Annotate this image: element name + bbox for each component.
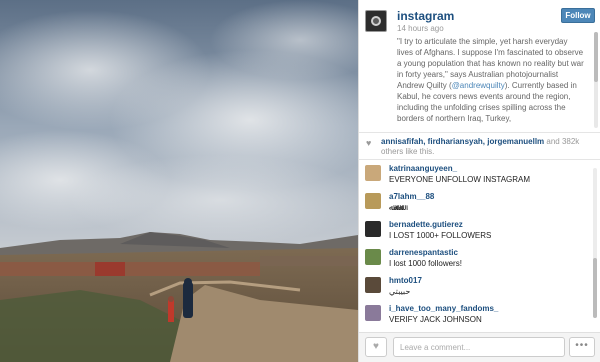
comment-text: VERIFY JACK JOHNSON [389,315,482,324]
likes-summary: ♥ annisafifah, firdhariansyah, jorgemanu… [359,132,600,160]
comment-text: I LOST 1000+ FOLLOWERS [389,231,492,240]
comment-text: I lost 1000 followers! [389,259,462,268]
caption-mention-link[interactable]: @andrewquilty [452,81,505,90]
caption-scroll-thumb[interactable] [594,32,598,82]
comment-input[interactable] [393,337,565,357]
comment-item: darrenespantastic I lost 1000 followers! [359,246,600,274]
commenter-username[interactable]: katrinaanguyeen_ [389,164,457,173]
comment-item: hmto017 حبيبتي [359,274,600,302]
likes-text: annisafifah, firdhariansyah, jorgemanuel… [381,137,596,157]
more-options-button[interactable]: ••• [569,337,595,357]
comment-item: katrinaanguyeen_ EVERYONE UNFOLLOW INSTA… [359,162,600,190]
comment-text: حبيبتي [389,287,411,296]
heart-icon: ♥ [366,138,372,148]
caption-scrollbar[interactable] [594,32,598,128]
commenter-avatar[interactable] [365,305,381,321]
comment-item: i_have_too_many_fandoms_ VERIFY JACK JOH… [359,302,600,330]
comments-scrollbar[interactable] [593,168,597,318]
camera-icon [371,16,381,26]
post-timestamp: 14 hours ago [397,24,444,33]
instagram-avatar[interactable] [365,10,387,32]
follow-button[interactable]: Follow [561,8,595,23]
commenter-username[interactable]: hmto017 [389,276,422,285]
post-photo [0,0,358,362]
commenter-username[interactable]: a7lahm__88 [389,192,434,201]
comments-list: katrinaanguyeen_ EVERYONE UNFOLLOW INSTA… [359,162,600,330]
commenter-avatar[interactable] [365,165,381,181]
post-sidebar: instagram 14 hours ago Follow "I try to … [358,0,600,362]
commenter-username[interactable]: darrenespantastic [389,248,458,257]
comment-text: EVERYONE UNFOLLOW INSTAGRAM [389,175,531,184]
post-username[interactable]: instagram [397,9,454,23]
likers-names[interactable]: annisafifah, firdhariansyah, jorgemanuel… [381,137,544,146]
commenter-username[interactable]: i_have_too_many_fandoms_ [389,304,498,313]
commenter-avatar[interactable] [365,277,381,293]
post-caption: "I try to articulate the simple, yet har… [397,36,585,128]
commenter-username[interactable]: bernadette.gutierez [389,220,463,229]
commenter-avatar[interactable] [365,249,381,265]
comment-item: a7lahm__88 ﷲﷲﷲ [359,190,600,218]
commenter-avatar[interactable] [365,193,381,209]
like-button[interactable]: ♥ [365,337,387,357]
comment-item: bernadette.gutierez I LOST 1000+ FOLLOWE… [359,218,600,246]
heart-icon: ♥ [373,341,379,352]
comment-text: ﷲﷲﷲ [389,203,404,212]
post-header: instagram 14 hours ago Follow "I try to … [359,0,600,132]
comment-footer: ♥ ••• [359,332,600,362]
commenter-avatar[interactable] [365,221,381,237]
comments-scroll-thumb[interactable] [593,258,597,318]
landscape-photo [0,0,358,362]
